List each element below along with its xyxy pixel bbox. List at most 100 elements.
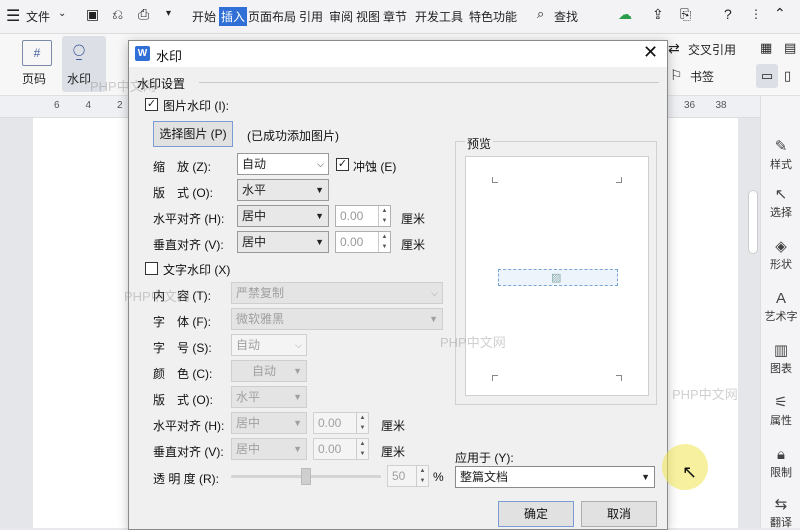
bookmark-button[interactable]: 书签: [690, 68, 714, 85]
share-icon[interactable]: ⇪: [652, 6, 664, 23]
spin-up-icon[interactable]: ▲: [378, 206, 390, 216]
menu-bar: ☰ 文件 ⌄ ▣ ⎌ ⎙ ▾ 开始 插入 页面布局 引用 审阅 视图 章节 开发…: [0, 0, 800, 34]
preview-watermark-image: ▨: [498, 269, 618, 286]
tab-references[interactable]: 引用: [299, 8, 323, 25]
h-offset-value: 0.00: [340, 209, 364, 223]
mouse-pointer-icon: ↖: [682, 462, 698, 482]
more-icon[interactable]: ▾: [166, 8, 171, 19]
cloud-sync-icon[interactable]: ☁: [618, 6, 632, 23]
vertical-scrollbar[interactable]: [748, 190, 758, 254]
site-watermark: PHP中文网: [440, 335, 506, 350]
text-watermark-checkbox[interactable]: [145, 262, 158, 275]
transparency-slider-thumb[interactable]: [301, 468, 311, 485]
more-options-icon[interactable]: ⋮: [750, 7, 762, 21]
panel-icon[interactable]: ▭: [756, 64, 778, 88]
size-select[interactable]: 自动 ⌵: [231, 334, 307, 356]
image-status: (已成功添加图片): [247, 129, 339, 143]
close-icon[interactable]: ✕: [643, 42, 658, 63]
format-painter-icon[interactable]: ⎌: [112, 6, 123, 23]
page-number-button[interactable]: 页码: [22, 70, 46, 87]
search-icon[interactable]: ⌕: [537, 6, 544, 22]
content-value: 严禁复制: [236, 286, 285, 300]
chevron-down-icon[interactable]: ⌄: [58, 8, 66, 19]
chevron-down-icon: ▼: [293, 392, 302, 402]
spin-down-icon[interactable]: ▼: [356, 449, 368, 459]
help-icon[interactable]: ?: [724, 6, 732, 22]
image-watermark-label: 图片水印 (I):: [163, 99, 229, 113]
v-offset-spinner[interactable]: 0.00 ▲ ▼: [335, 231, 391, 253]
export-icon[interactable]: ⎘: [680, 6, 691, 23]
text-layout-select[interactable]: 水平 ▼: [231, 386, 307, 408]
cancel-button[interactable]: 取消: [581, 501, 657, 527]
print-icon[interactable]: ⎙: [138, 6, 149, 23]
dialog-titlebar[interactable]: W 水印 ✕: [129, 41, 667, 67]
file-menu[interactable]: 文件: [26, 8, 50, 25]
v-align-select[interactable]: 居中 ▼: [237, 231, 329, 253]
h-offset-spinner[interactable]: 0.00 ▲ ▼: [335, 205, 391, 227]
tab-sections[interactable]: 章节: [383, 8, 407, 25]
scale-label: 缩 放 (Z):: [153, 160, 211, 174]
watermark-button[interactable]: 水印: [67, 70, 91, 87]
grid-icon[interactable]: ▤: [784, 40, 796, 56]
panel-properties[interactable]: ⚟ 属性: [761, 394, 800, 428]
ok-button[interactable]: 确定: [498, 501, 574, 527]
spin-down-icon[interactable]: ▼: [378, 216, 390, 226]
content-select[interactable]: 严禁复制 ⌵: [231, 282, 443, 304]
image-watermark-checkbox[interactable]: ✓: [145, 98, 158, 111]
layout-select[interactable]: 水平 ▼: [237, 179, 329, 201]
cursor-icon: ↖: [774, 186, 788, 203]
spin-up-icon[interactable]: ▲: [416, 466, 428, 476]
transparency-spinner[interactable]: 50 ▲ ▼: [387, 465, 429, 487]
watermark-icon[interactable]: ⍜: [73, 40, 85, 63]
apply-label: 应用于 (Y):: [455, 451, 514, 465]
text-h-offset-unit: 厘米: [381, 419, 406, 433]
h-align-select[interactable]: 居中 ▼: [237, 205, 329, 227]
save-icon[interactable]: ▣: [86, 6, 99, 23]
spin-up-icon[interactable]: ▲: [378, 232, 390, 242]
spin-down-icon[interactable]: ▼: [378, 242, 390, 252]
panel-styles[interactable]: ✎ 样式: [761, 138, 800, 172]
spin-down-icon[interactable]: ▼: [416, 476, 428, 486]
apply-select[interactable]: 整篇文档 ▼: [455, 466, 655, 488]
chevron-down-icon: ⌵: [317, 159, 324, 169]
washout-checkbox[interactable]: ✓: [336, 158, 349, 171]
select-image-button[interactable]: 选择图片 (P): [153, 121, 233, 147]
spin-down-icon[interactable]: ▼: [356, 423, 368, 433]
search-label[interactable]: 查找: [554, 8, 578, 25]
font-select[interactable]: 微软雅黑 ▼: [231, 308, 443, 330]
panel-shapes[interactable]: ◈ 形状: [761, 238, 800, 272]
chevron-down-icon: ▼: [315, 237, 324, 247]
tab-home[interactable]: 开始: [192, 8, 216, 25]
tab-developer[interactable]: 开发工具: [415, 8, 463, 25]
panel-properties-label: 属性: [770, 415, 792, 427]
scale-select[interactable]: 自动 ⌵: [237, 153, 329, 175]
bookmark-icon: ⚐: [670, 67, 683, 83]
cross-ref-button[interactable]: 交叉引用: [688, 41, 736, 58]
tab-special[interactable]: 特色功能: [469, 8, 517, 25]
tab-page-layout[interactable]: 页面布局: [248, 8, 296, 25]
color-select[interactable]: 自动 ▼: [231, 360, 307, 382]
spin-up-icon[interactable]: ▲: [356, 413, 368, 423]
page-number-icon[interactable]: #: [22, 40, 52, 66]
font-label: 字 体 (F):: [153, 315, 211, 329]
text-v-align-select[interactable]: 居中 ▼: [231, 438, 307, 460]
text-v-offset-spinner[interactable]: 0.00 ▲ ▼: [313, 438, 369, 460]
text-h-offset-spinner[interactable]: 0.00 ▲ ▼: [313, 412, 369, 434]
text-h-align-select[interactable]: 居中 ▼: [231, 412, 307, 434]
margin-mark: [616, 375, 622, 381]
site-watermark: PHP中文网: [672, 387, 738, 402]
shapes-icon: ◈: [775, 238, 787, 255]
panel-chart[interactable]: ▥ 图表: [761, 342, 800, 376]
hamburger-icon[interactable]: ☰: [6, 6, 20, 26]
collapse-ribbon-icon[interactable]: ⌃: [774, 5, 786, 22]
panel-restrict[interactable]: 🔒︎ 限制: [761, 446, 800, 480]
panel-select[interactable]: ↖ 选择: [761, 186, 800, 220]
panel-wordart[interactable]: A 艺术字: [761, 290, 800, 324]
tab-insert[interactable]: 插入: [219, 7, 248, 26]
tab-view[interactable]: 视图: [356, 8, 380, 25]
tab-review[interactable]: 审阅: [329, 8, 353, 25]
layout-icon[interactable]: ▦: [760, 40, 772, 56]
side-panel-icon[interactable]: ▯: [784, 68, 791, 84]
spin-up-icon[interactable]: ▲: [356, 439, 368, 449]
panel-translate[interactable]: ⇆ 翻译: [761, 496, 800, 530]
